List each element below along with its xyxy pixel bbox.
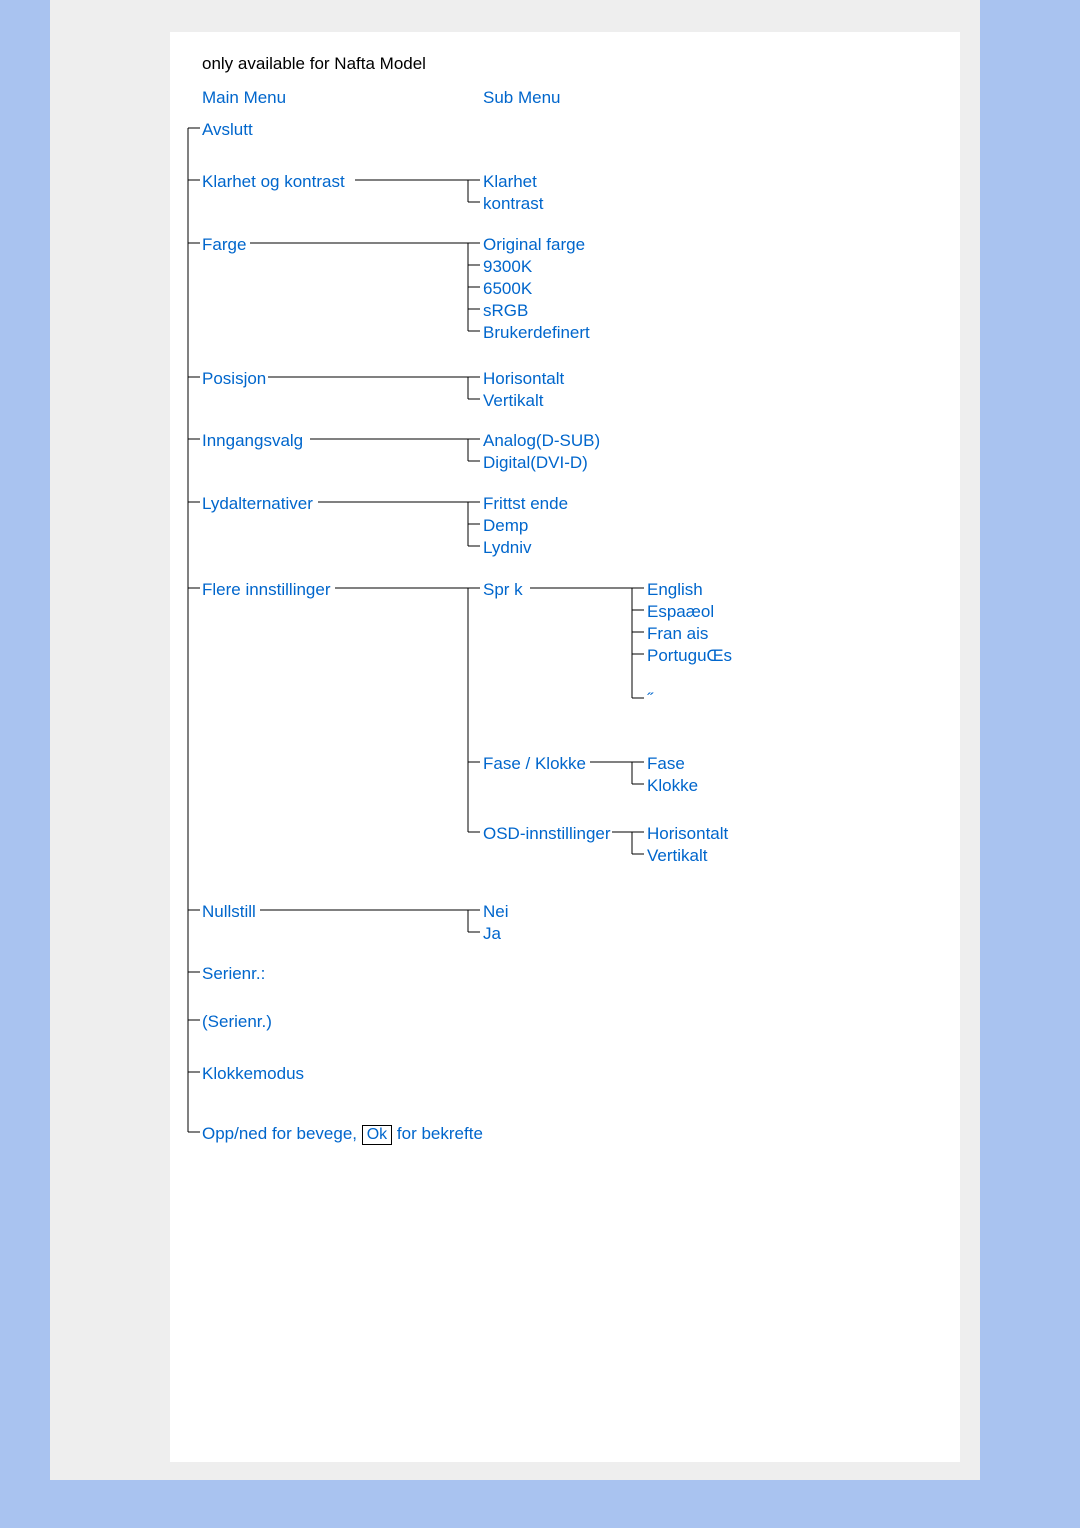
fk-fase: Fase — [647, 754, 685, 774]
osd-vertikalt: Vertikalt — [647, 846, 707, 866]
menu-flere-innstillinger: Flere innstillinger — [202, 580, 331, 600]
menu-instructions: Opp/ned for bevege, Ok for bekrefte — [202, 1124, 483, 1145]
sub-menu-header: Sub Menu — [483, 88, 561, 108]
osd-horisontalt: Horisontalt — [647, 824, 728, 844]
sub-ja: Ja — [483, 924, 501, 944]
sub-horisontalt: Horisontalt — [483, 369, 564, 389]
lang-english: English — [647, 580, 703, 600]
note-text: only available for Nafta Model — [202, 54, 426, 74]
lang-portugues: PortuguŒs — [647, 646, 732, 666]
sub-nei: Nei — [483, 902, 509, 922]
page-frame: only available for Nafta Model Main Menu… — [50, 0, 980, 1480]
menu-nullstill: Nullstill — [202, 902, 256, 922]
menu-klokkemodus: Klokkemodus — [202, 1064, 304, 1084]
menu-posisjon: Posisjon — [202, 369, 266, 389]
menu-serienr-label: Serienr.: — [202, 964, 265, 984]
menu-lydalternativer: Lydalternativer — [202, 494, 313, 514]
sub-srgb: sRGB — [483, 301, 528, 321]
instr-post: for bekrefte — [392, 1124, 483, 1143]
lang-francais: Fran ais — [647, 624, 708, 644]
sub-kontrast: kontrast — [483, 194, 543, 214]
main-menu-header: Main Menu — [202, 88, 286, 108]
sub-vertikalt: Vertikalt — [483, 391, 543, 411]
sub-digital: Digital(DVI-D) — [483, 453, 588, 473]
instr-pre: Opp/ned for bevege, — [202, 1124, 362, 1143]
menu-inngangsvalg: Inngangsvalg — [202, 431, 303, 451]
sub-lydniv: Lydniv — [483, 538, 532, 558]
sub-9300k: 9300K — [483, 257, 532, 277]
sub-osd-innstillinger: OSD-innstillinger — [483, 824, 611, 844]
sub-6500k: 6500K — [483, 279, 532, 299]
menu-farge: Farge — [202, 235, 246, 255]
menu-klarhet-kontrast: Klarhet og kontrast — [202, 172, 345, 192]
sub-klarhet: Klarhet — [483, 172, 537, 192]
ok-button-label: Ok — [362, 1125, 392, 1145]
lang-extra: ˝ — [647, 690, 653, 710]
sub-fase-klokke: Fase / Klokke — [483, 754, 586, 774]
lang-espanol: Espaæol — [647, 602, 714, 622]
sub-frittstende: Frittst ende — [483, 494, 568, 514]
sub-sprk: Spr k — [483, 580, 523, 600]
sub-analog: Analog(D-SUB) — [483, 431, 600, 451]
fk-klokke: Klokke — [647, 776, 698, 796]
menu-serienr-paren: (Serienr.) — [202, 1012, 272, 1032]
sub-original-farge: Original farge — [483, 235, 585, 255]
menu-avslutt: Avslutt — [202, 120, 253, 140]
sub-demp: Demp — [483, 516, 528, 536]
content-area: only available for Nafta Model Main Menu… — [170, 32, 960, 1462]
sub-brukerdefinert: Brukerdefinert — [483, 323, 590, 343]
